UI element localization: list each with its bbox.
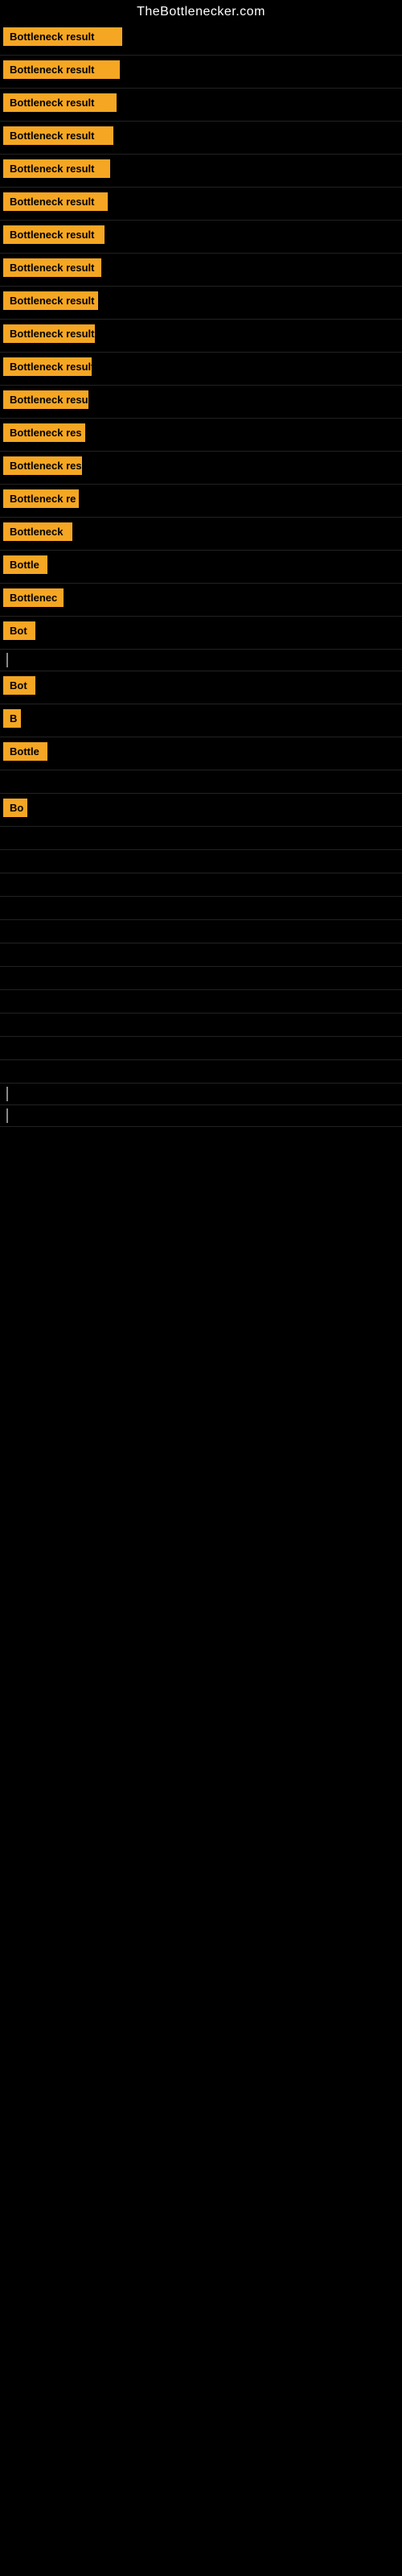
bottleneck-result-badge[interactable]: Bottleneck result: [3, 324, 95, 343]
vertical-line: [6, 1108, 8, 1123]
badge-row: Bottleneck result: [0, 287, 402, 319]
bottleneck-result-badge[interactable]: Bottleneck: [3, 522, 72, 541]
badge-row: Bottleneck result: [0, 56, 402, 88]
badge-row: [0, 1060, 402, 1083]
badge-row: [0, 920, 402, 943]
badge-row: Bottle: [0, 737, 402, 770]
bottleneck-result-badge[interactable]: Bot: [3, 621, 35, 640]
badge-row: [0, 1037, 402, 1059]
bottleneck-result-badge[interactable]: Bottleneck result: [3, 60, 120, 79]
row-divider: [0, 1126, 402, 1127]
badge-row: Bottleneck result: [0, 188, 402, 220]
bottleneck-result-badge[interactable]: Bo: [3, 799, 27, 817]
bottleneck-result-badge[interactable]: Bottleneck resu: [3, 390, 88, 409]
bottleneck-result-badge[interactable]: Bottleneck result: [3, 357, 92, 376]
bottleneck-result-badge[interactable]: Bottleneck result: [3, 159, 110, 178]
bottleneck-result-badge[interactable]: Bottleneck result: [3, 192, 108, 211]
vertical-line: [6, 653, 8, 667]
bottleneck-result-badge[interactable]: Bottleneck result: [3, 93, 117, 112]
bottleneck-result-badge[interactable]: Bottleneck result: [3, 126, 113, 145]
bottleneck-result-badge[interactable]: Bottleneck res: [3, 423, 85, 442]
badge-row: [0, 1084, 402, 1104]
badge-row: Bot: [0, 617, 402, 649]
badge-row: Bottleneck re: [0, 485, 402, 517]
badge-row: [0, 1013, 402, 1036]
badge-row: [0, 827, 402, 849]
site-title: TheBottlenecker.com: [0, 0, 402, 23]
badge-row: [0, 943, 402, 966]
badge-row: Bottlenec: [0, 584, 402, 616]
badge-row: Bottleneck resu: [0, 386, 402, 418]
bottleneck-result-badge[interactable]: Bottleneck result: [3, 225, 105, 244]
badge-row: Bottleneck res: [0, 419, 402, 451]
badges-container: Bottleneck result Bottleneck result Bottle…: [0, 23, 402, 1127]
bottleneck-result-badge[interactable]: Bottle: [3, 742, 47, 761]
bottleneck-result-badge[interactable]: Bottleneck re: [3, 489, 79, 508]
bottleneck-result-badge[interactable]: Bottleneck result: [3, 27, 122, 46]
badge-row: Bottleneck result: [0, 320, 402, 352]
badge-row: [0, 650, 402, 671]
bottleneck-result-badge[interactable]: B: [3, 709, 21, 728]
bottleneck-result-badge[interactable]: Bottleneck res: [3, 456, 82, 475]
badge-row: Bottleneck result: [0, 254, 402, 286]
badge-row: Bottleneck result: [0, 122, 402, 154]
badge-row: Bottleneck res: [0, 452, 402, 484]
bottleneck-result-badge[interactable]: Bot: [3, 676, 35, 695]
badge-row: B: [0, 704, 402, 737]
badge-row: Bottleneck: [0, 518, 402, 550]
bottleneck-result-badge[interactable]: Bottlenec: [3, 588, 64, 607]
badge-row: Bottleneck result: [0, 89, 402, 121]
bottleneck-result-badge[interactable]: Bottleneck result: [3, 291, 98, 310]
badge-row: [0, 990, 402, 1013]
badge-row: Bo: [0, 794, 402, 826]
badge-row: Bottleneck result: [0, 155, 402, 187]
badge-row: [0, 850, 402, 873]
badge-row: Bottle: [0, 551, 402, 583]
badge-row: Bot: [0, 671, 402, 704]
bottleneck-result-badge[interactable]: Bottle: [3, 555, 47, 574]
vertical-line: [6, 1087, 8, 1101]
badge-row: [0, 1105, 402, 1126]
badge-row: Bottleneck result: [0, 221, 402, 253]
badge-row: [0, 873, 402, 896]
badge-row: [0, 897, 402, 919]
badge-row: Bottleneck result: [0, 353, 402, 385]
badge-row: Bottleneck result: [0, 23, 402, 55]
badge-row: [0, 967, 402, 989]
badge-row: [0, 770, 402, 793]
bottleneck-result-badge[interactable]: Bottleneck result: [3, 258, 101, 277]
